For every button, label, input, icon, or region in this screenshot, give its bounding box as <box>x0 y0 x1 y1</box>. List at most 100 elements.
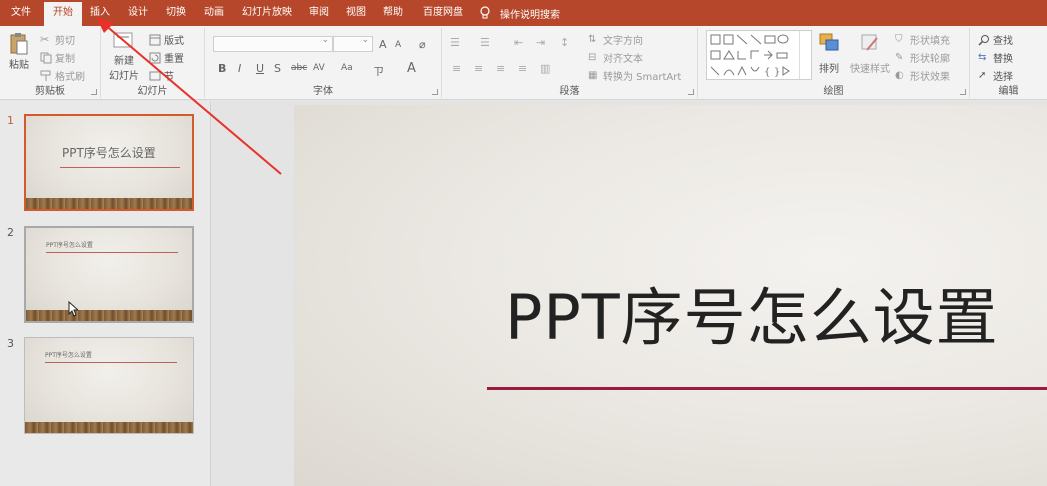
highlight-icon[interactable]: ㄗ <box>373 63 384 79</box>
change-case-button[interactable]: Aa <box>341 63 353 73</box>
align-left-icon[interactable]: ≡ <box>452 62 461 75</box>
quick-styles-button[interactable]: 快速样式 <box>850 32 890 75</box>
tell-me-search[interactable]: 操作说明搜索 <box>480 0 560 26</box>
shrink-font-button[interactable]: A <box>395 40 401 50</box>
tab-home[interactable]: 开始 <box>44 2 82 26</box>
shadow-button[interactable]: S <box>274 62 281 75</box>
paragraph-launcher-icon[interactable] <box>688 89 694 95</box>
numbering-icon[interactable]: ☰ <box>480 36 490 49</box>
find-label: 查找 <box>993 36 1013 47</box>
cut-label: 剪切 <box>55 36 75 47</box>
thumbnail-title-3: PPT序号怎么设置 <box>45 352 92 359</box>
scissors-icon: ✂ <box>40 32 50 46</box>
effects-icon: ◐ <box>895 69 904 81</box>
text-direction-button[interactable]: ⇅ 文字方向 <box>588 32 643 48</box>
slide-thumbnail-2[interactable]: PPT序号怎么设置 <box>24 226 194 323</box>
arrange-label: 排列 <box>819 64 839 75</box>
shapes-gallery[interactable]: {} <box>706 30 812 80</box>
tab-baidu-netdisk[interactable]: 百度网盘 <box>415 0 471 26</box>
shape-outline-button[interactable]: ✎ 形状轮廓 <box>895 50 950 66</box>
copy-button[interactable]: 复制 <box>40 50 75 65</box>
increase-indent-icon[interactable]: ⇥ <box>536 36 545 49</box>
shapes-gallery-scroll[interactable] <box>799 31 811 79</box>
align-text-icon: ⊟ <box>588 51 597 63</box>
svg-text:{: { <box>764 67 770 78</box>
align-text-button[interactable]: ⊟ 对齐文本 <box>588 50 643 66</box>
clipboard-group-label: 剪贴板 <box>35 86 65 97</box>
bullets-icon[interactable]: ☰ <box>450 36 460 49</box>
line-spacing-icon[interactable]: ↕ <box>560 36 569 49</box>
font-launcher-icon[interactable] <box>432 89 438 95</box>
tab-transitions[interactable]: 切换 <box>159 0 193 26</box>
format-painter-button[interactable]: 格式刷 <box>40 68 85 83</box>
font-color-button[interactable]: A <box>407 61 416 76</box>
paste-button[interactable]: 粘贴 <box>6 32 32 71</box>
tab-design[interactable]: 设计 <box>121 0 155 26</box>
font-size-combo[interactable] <box>333 35 373 52</box>
shape-effects-button[interactable]: ◐ 形状效果 <box>895 68 950 84</box>
drawing-launcher-icon[interactable] <box>960 89 966 95</box>
columns-icon[interactable]: ▥ <box>540 62 550 75</box>
thumbnail-floor-3 <box>25 422 193 433</box>
clipboard-group: 粘贴 ✂ 剪切 复制 格式刷 剪贴板 <box>0 28 101 98</box>
tab-help[interactable]: 帮助 <box>376 0 410 26</box>
paragraph-group-label: 段落 <box>559 86 580 97</box>
align-center-icon[interactable]: ≡ <box>474 62 483 75</box>
justify-icon[interactable]: ≡ <box>518 62 527 75</box>
tab-insert[interactable]: 插入 <box>84 0 116 26</box>
editing-group: 查找 ⇆ 替换 ➚ 选择 编辑 <box>970 28 1047 98</box>
new-slide-label-2: 幻灯片 <box>109 71 139 82</box>
text-direction-label: 文字方向 <box>603 36 643 47</box>
section-icon <box>149 71 161 80</box>
mouse-pointer-icon <box>68 301 78 317</box>
find-button[interactable]: 查找 <box>978 32 1013 47</box>
convert-smartart-button[interactable]: ▦ 转换为 SmartArt <box>588 68 681 84</box>
font-group-label: 字体 <box>313 86 333 97</box>
thumbnail-floor-2 <box>26 310 192 321</box>
shapes-gallery-icons: {} <box>710 34 790 78</box>
slide-thumbnail-1[interactable]: PPT序号怎么设置 <box>24 114 194 211</box>
bold-button[interactable]: B <box>218 62 226 75</box>
slide-editor: PPT序号怎么设置 <box>212 101 1047 486</box>
tab-slideshow[interactable]: 幻灯片放映 <box>236 0 298 26</box>
clipboard-launcher-icon[interactable] <box>91 89 97 95</box>
tab-review[interactable]: 审阅 <box>302 0 336 26</box>
section-button[interactable]: 节 <box>149 68 174 83</box>
paste-label: 粘贴 <box>9 60 29 71</box>
shape-effects-label: 形状效果 <box>910 72 950 83</box>
current-slide[interactable]: PPT序号怎么设置 <box>294 105 1047 486</box>
arrange-button[interactable]: 排列 <box>818 32 840 75</box>
char-spacing-button[interactable]: AV <box>313 63 325 73</box>
grow-font-button[interactable]: A <box>379 38 387 51</box>
layout-button[interactable]: 版式 <box>149 32 184 47</box>
format-painter-icon <box>40 70 51 81</box>
new-slide-button[interactable]: 新建 幻灯片 <box>106 32 142 82</box>
select-button[interactable]: ➚ 选择 <box>978 68 1013 84</box>
strikethrough-button[interactable]: abc <box>291 63 307 73</box>
thumbnail-number-3: 3 <box>7 337 14 350</box>
decrease-indent-icon[interactable]: ⇤ <box>514 36 523 49</box>
thumbnail-title-1: PPT序号怎么设置 <box>62 146 156 160</box>
tab-file[interactable]: 文件 <box>4 0 38 26</box>
underline-button[interactable]: U <box>256 62 264 75</box>
slide-title[interactable]: PPT序号怎么设置 <box>505 267 999 357</box>
slide-thumbnail-3[interactable]: PPT序号怎么设置 <box>24 337 194 434</box>
ribbon: 粘贴 ✂ 剪切 复制 格式刷 剪贴板 新建 幻灯片 版式 重置 节 幻灯片 ⌄ … <box>0 26 1047 100</box>
drawing-group-label: 绘图 <box>823 86 844 97</box>
thumbnail-underline-2 <box>46 252 178 253</box>
shape-fill-button[interactable]: ⛉ 形状填充 <box>895 32 950 48</box>
cut-button[interactable]: ✂ 剪切 <box>40 32 75 47</box>
font-name-combo[interactable] <box>213 35 333 52</box>
italic-button[interactable]: I <box>238 62 241 75</box>
tab-animations[interactable]: 动画 <box>197 0 231 26</box>
paragraph-group: ☰ ☰ ⇤ ⇥ ↕ ≡ ≡ ≡ ≡ ▥ ⇅ 文字方向 ⊟ 对齐文本 ▦ 转换为 … <box>442 28 698 98</box>
new-slide-label-1: 新建 <box>114 56 134 67</box>
clear-format-icon[interactable]: ⌀ <box>419 38 426 51</box>
align-right-icon[interactable]: ≡ <box>496 62 505 75</box>
replace-button[interactable]: ⇆ 替换 <box>978 50 1013 66</box>
tab-view[interactable]: 视图 <box>339 0 373 26</box>
slide-thumbnail-pane: 1 PPT序号怎么设置 2 PPT序号怎么设置 3 PPT序号怎么设置 <box>0 101 211 486</box>
select-arrow-icon: ➚ <box>978 69 987 81</box>
reset-button[interactable]: 重置 <box>149 50 184 65</box>
layout-icon <box>149 34 161 45</box>
